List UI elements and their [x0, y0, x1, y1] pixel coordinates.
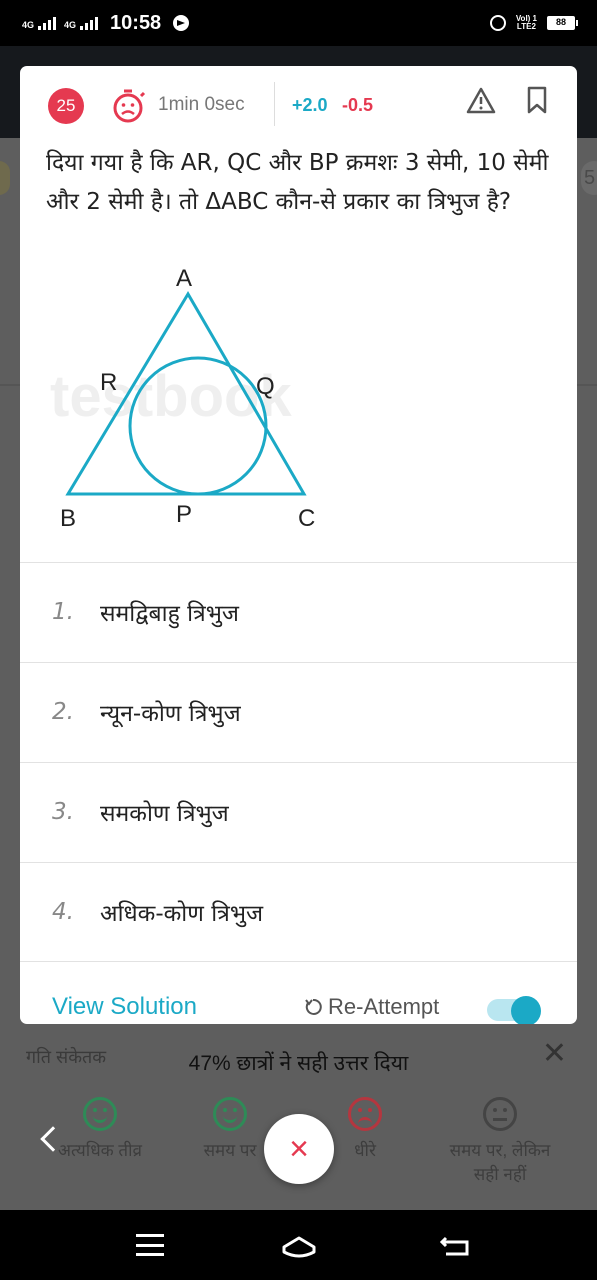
reattempt-toggle[interactable] — [487, 996, 543, 1024]
options-list: 1. समद्विबाहु त्रिभुज 2. न्यून-कोण त्रिभ… — [20, 562, 577, 962]
speed-item-label: समय पर, लेकिन — [449, 1141, 551, 1160]
option-number: 3. — [52, 799, 74, 825]
background-next-pill: 5 — [581, 161, 597, 195]
label-p: P — [176, 501, 192, 528]
happy-face-icon — [83, 1097, 117, 1131]
option-text: समकोण त्रिभुज — [100, 801, 229, 827]
option-2[interactable]: 2. न्यून-कोण त्रिभुज — [20, 662, 577, 762]
battery-icon: 88 — [547, 16, 578, 30]
option-text: न्यून-कोण त्रिभुज — [100, 701, 241, 727]
time-taken: 1min 0sec — [158, 94, 245, 115]
option-3[interactable]: 3. समकोण त्रिभुज — [20, 762, 577, 862]
label-c: C — [298, 505, 315, 532]
option-number: 2. — [52, 699, 74, 725]
signal-strength-2-icon: 4G — [64, 16, 99, 30]
triangle-incircle-figure: testbook A B C P Q R — [50, 265, 315, 532]
toggle-knob — [511, 996, 541, 1024]
close-fab-button[interactable]: × — [264, 1114, 334, 1184]
volte-line-2: LTE2 — [516, 22, 536, 31]
stopwatch-sad-icon — [113, 89, 146, 123]
close-icon[interactable]: ✕ — [542, 1039, 567, 1069]
network-type-2: 4G — [64, 19, 77, 30]
back-icon[interactable] — [440, 1232, 470, 1258]
option-text: अधिक-कोण त्रिभुज — [100, 901, 264, 927]
bookmark-icon[interactable] — [526, 86, 548, 114]
report-warning-icon[interactable] — [466, 87, 496, 115]
option-4[interactable]: 4. अधिक-कोण त्रिभुज — [20, 862, 577, 962]
system-nav-bar — [0, 1210, 597, 1280]
telegram-icon — [173, 15, 190, 31]
sad-face-icon — [348, 1097, 382, 1131]
view-solution-link[interactable]: View Solution — [52, 993, 197, 1021]
header-divider — [274, 82, 275, 126]
question-number-badge: 25 — [48, 88, 84, 124]
label-r: R — [100, 369, 117, 396]
option-text: समद्विबाहु त्रिभुज — [100, 601, 239, 627]
label-q: Q — [256, 373, 275, 400]
status-bar: 4G 4G 10:58 Vol) 1 LTE2 88 — [0, 0, 597, 46]
option-1[interactable]: 1. समद्विबाहु त्रिभुज — [20, 562, 577, 662]
reattempt-label: Re-Attempt — [328, 994, 440, 1019]
question-card: 25 1min 0sec +2.0 -0.5 दिया गया है कि AR… — [20, 66, 577, 1024]
alarm-icon — [489, 15, 506, 31]
reattempt-icon — [305, 998, 322, 1015]
card-footer: View Solution Re-Attempt — [20, 962, 577, 1024]
question-header: 25 1min 0sec +2.0 -0.5 — [20, 66, 577, 142]
happy-face-icon — [213, 1097, 247, 1131]
recent-apps-icon[interactable] — [136, 1234, 164, 1256]
label-b: B — [60, 505, 76, 532]
speed-item-on-time-wrong: समय पर, लेकिन सही नहीं — [430, 1097, 570, 1187]
option-number: 4. — [52, 899, 74, 925]
neutral-face-icon — [483, 1097, 517, 1131]
label-a: A — [176, 265, 192, 292]
correct-percentage-text: 47% छात्रों ने सही उत्तर दिया — [188, 1052, 409, 1075]
positive-marks: +2.0 — [292, 95, 328, 115]
option-number: 1. — [52, 599, 74, 625]
speed-item-label-2: सही नहीं — [473, 1165, 527, 1184]
network-type-1: 4G — [22, 19, 35, 30]
clock: 10:58 — [110, 11, 162, 34]
volte-indicator: Vol) 1 LTE2 — [516, 15, 537, 31]
negative-marks: -0.5 — [342, 95, 374, 115]
background-prev-pill — [0, 161, 10, 195]
home-icon[interactable] — [281, 1230, 317, 1260]
question-text: दिया गया है कि AR, QC और BP क्रमशः 3 सेम… — [46, 150, 549, 215]
reattempt-button[interactable]: Re-Attempt — [304, 994, 439, 1020]
signal-strength-icon: 4G — [22, 16, 57, 30]
